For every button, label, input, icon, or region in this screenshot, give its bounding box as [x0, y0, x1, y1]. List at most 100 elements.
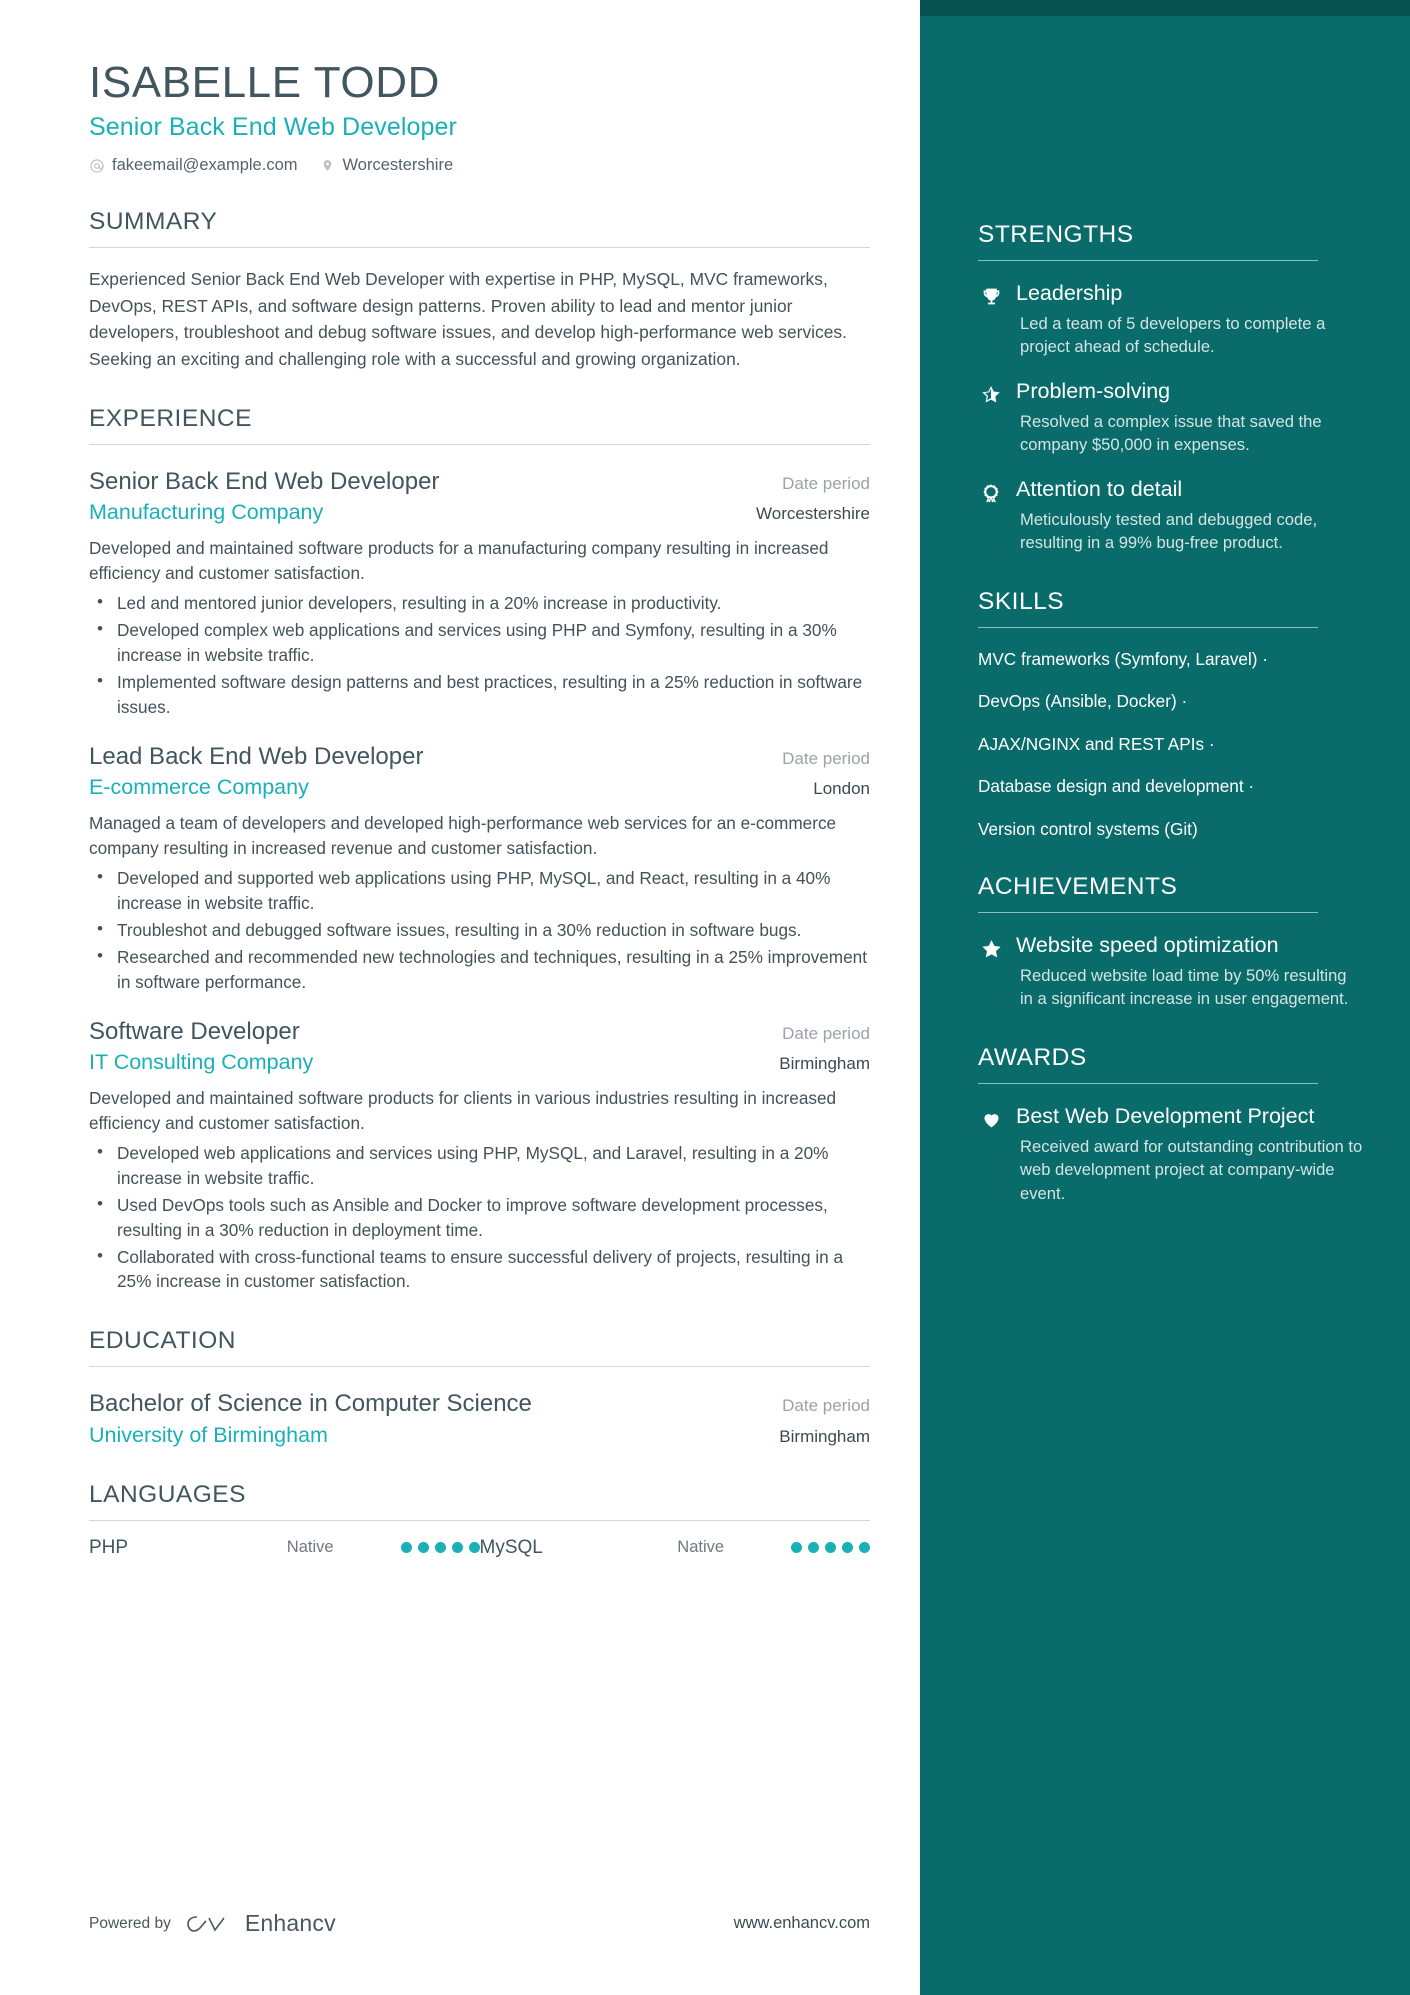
experience-title: Software Developer [89, 1017, 300, 1045]
language-item: MySQL Native [480, 1537, 870, 1559]
heart-icon [978, 1104, 1004, 1205]
strength-item: Leadership Led a team of 5 developers to… [978, 281, 1363, 359]
experience-entry: Lead Back End Web Developer Date period … [89, 742, 920, 995]
strength-title: Attention to detail [1016, 476, 1183, 501]
award-medal-icon [978, 477, 1004, 555]
experience-date: Date period [782, 748, 870, 768]
experience-title: Lead Back End Web Developer [89, 742, 424, 770]
achievement-item: Website speed optimization Reduced websi… [978, 933, 1363, 1011]
education-title: Bachelor of Science in Computer Science [89, 1390, 532, 1418]
languages-divider [89, 1519, 870, 1521]
skills-heading: SKILLS [978, 587, 1065, 615]
skill-item: DevOps (Ansible, Docker) · [978, 691, 1188, 712]
experience-entry-sub: IT Consulting Company Birmingham [89, 1050, 870, 1075]
education-entry: Bachelor of Science in Computer Science … [89, 1389, 920, 1447]
at-sign-icon [89, 157, 105, 175]
education-location: Birmingham [779, 1426, 870, 1446]
education-heading: EDUCATION [89, 1327, 236, 1355]
education-organization: University of Birmingham [89, 1422, 328, 1447]
summary-heading: SUMMARY [89, 208, 218, 236]
rating-dot [808, 1542, 819, 1554]
rating-dot [825, 1542, 836, 1554]
strength-item: Problem-solving Resolved a complex issue… [978, 379, 1363, 457]
strength-title: Leadership [1016, 280, 1123, 305]
languages-section: LANGUAGES PHP Native MySQL Native [89, 1480, 920, 1559]
candidate-name: ISABELLE TODD [89, 58, 440, 107]
experience-divider [89, 443, 870, 445]
experience-bullets: Developed and supported web applications… [89, 865, 870, 995]
strength-desc: Resolved a complex issue that saved the … [1020, 411, 1322, 455]
enhancv-logo-icon [185, 1912, 231, 1936]
experience-organization: E-commerce Company [89, 775, 309, 800]
language-rating-dots [400, 1542, 480, 1554]
strength-item: Attention to detail Meticulously tested … [978, 477, 1363, 555]
experience-date: Date period [782, 473, 870, 493]
contact-location: Worcestershire [320, 156, 454, 175]
experience-bullets: Developed web applications and services … [89, 1140, 870, 1295]
strengths-divider [978, 259, 1318, 261]
awards-heading: AWARDS [978, 1044, 1087, 1071]
experience-date: Date period [782, 1023, 870, 1043]
contact-location-text: Worcestershire [342, 156, 454, 175]
award-body: Best Web Development Project Received aw… [1016, 1104, 1363, 1205]
rating-dot [451, 1542, 463, 1554]
experience-bullet: Developed and supported web applications… [89, 865, 870, 916]
language-level: Native [286, 1538, 334, 1557]
experience-description: Managed a team of developers and develop… [89, 813, 837, 858]
education-date: Date period [782, 1396, 870, 1416]
skill-item: Version control systems (Git) [978, 818, 1198, 839]
rating-dot [400, 1542, 412, 1554]
strengths-heading: STRENGTHS [978, 221, 1134, 248]
site-url[interactable]: www.enhancv.com [734, 1914, 870, 1933]
strength-title: Problem-solving [1016, 378, 1171, 403]
rating-dot [468, 1542, 480, 1554]
achievement-body: Website speed optimization Reduced websi… [1016, 933, 1363, 1011]
education-entry-head: Bachelor of Science in Computer Science … [89, 1389, 870, 1418]
skill-item: MVC frameworks (Symfony, Laravel) · [978, 648, 1269, 669]
award-desc: Received award for outstanding contribut… [1020, 1136, 1363, 1203]
trophy-icon [978, 281, 1004, 359]
experience-bullet: Collaborated with cross-functional teams… [89, 1244, 870, 1295]
experience-location: Worcestershire [756, 504, 870, 524]
awards-divider [978, 1082, 1318, 1084]
experience-bullet: Researched and recommended new technolog… [89, 944, 870, 995]
skills-divider [978, 626, 1318, 628]
resume-page: ISABELLE TODD Senior Back End Web Develo… [0, 0, 1410, 1995]
education-divider [89, 1366, 870, 1368]
award-item: Best Web Development Project Received aw… [978, 1104, 1363, 1205]
footer: Powered by Enhancv www.enhancv.com [89, 1910, 870, 1937]
experience-bullet: Led and mentored junior developers, resu… [89, 590, 870, 616]
experience-organization: Manufacturing Company [89, 500, 324, 525]
rating-dot [417, 1542, 429, 1554]
experience-bullet: Used DevOps tools such as Ansible and Do… [89, 1192, 870, 1243]
achievement-title: Website speed optimization [1016, 933, 1279, 958]
education-entry-sub: University of Birmingham Birmingham [89, 1423, 870, 1448]
main-column: ISABELLE TODD Senior Back End Web Develo… [0, 0, 920, 1995]
rating-dot [434, 1542, 446, 1554]
location-pin-icon [320, 157, 336, 175]
experience-description: Developed and maintained software produc… [89, 538, 829, 584]
powered-by-label: Powered by [89, 1914, 171, 1932]
achievements-section: ACHIEVEMENTS Website speed optimization … [978, 873, 1363, 1011]
contact-email-text: fakeemail@example.com [112, 156, 298, 175]
skill-item: Database design and development · [978, 776, 1255, 797]
strength-body: Leadership Led a team of 5 developers to… [1016, 281, 1363, 359]
strength-desc: Meticulously tested and debugged code, r… [1020, 509, 1318, 553]
experience-bullet: Implemented software design patterns and… [89, 669, 870, 720]
rating-dot [791, 1542, 802, 1554]
rating-dot [859, 1542, 870, 1554]
contact-email[interactable]: fakeemail@example.com [89, 156, 298, 175]
experience-heading: EXPERIENCE [89, 405, 252, 433]
language-name: PHP [89, 1536, 129, 1558]
rating-dot [842, 1542, 853, 1554]
skills-section: SKILLS MVC frameworks (Symfony, Laravel)… [978, 587, 1363, 840]
strength-desc: Led a team of 5 developers to complete a… [1020, 313, 1326, 357]
awards-section: AWARDS Best Web Development Project Rece… [978, 1044, 1363, 1205]
experience-entry-sub: E-commerce Company London [89, 775, 870, 800]
star-outline-icon [978, 379, 1004, 457]
achievements-divider [978, 912, 1318, 914]
experience-organization: IT Consulting Company [89, 1049, 314, 1074]
experience-entry: Software Developer Date period IT Consul… [89, 1017, 920, 1295]
summary-divider [89, 247, 870, 249]
languages-heading: LANGUAGES [89, 1480, 246, 1508]
